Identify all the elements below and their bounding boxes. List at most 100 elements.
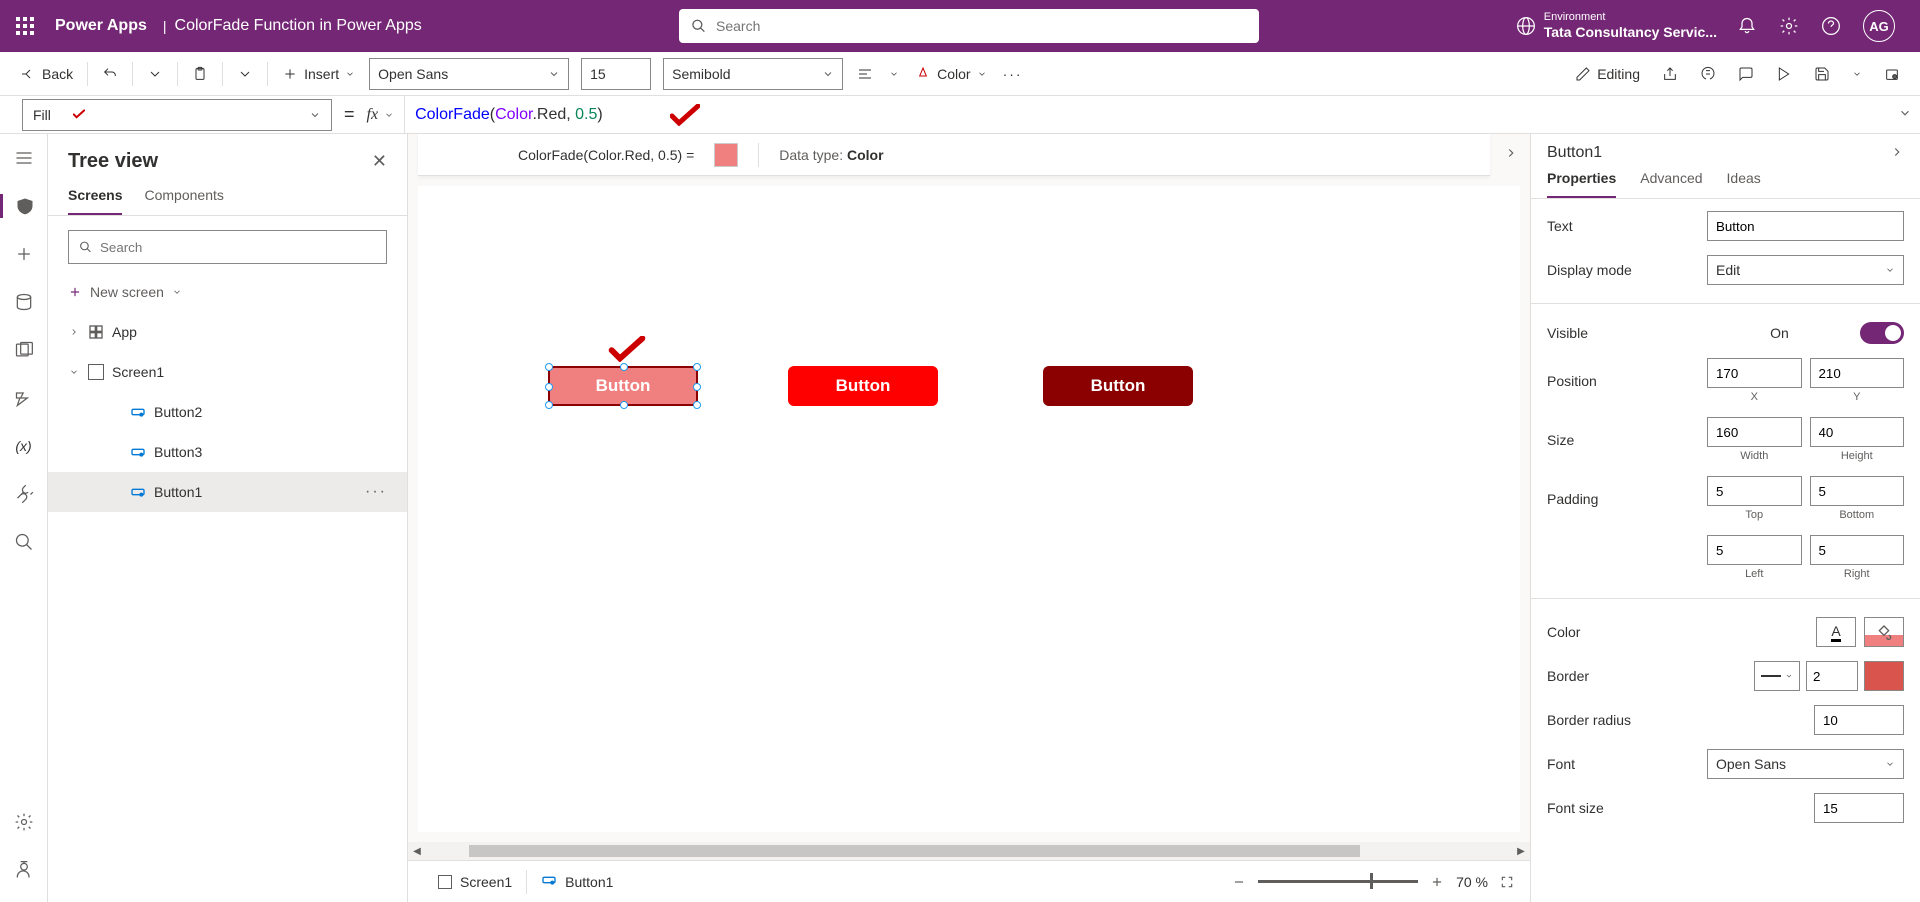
paste-button[interactable] xyxy=(190,62,210,86)
tab-ideas[interactable]: Ideas xyxy=(1727,170,1761,198)
input-pad-right[interactable] xyxy=(1810,535,1905,565)
canvas-button1[interactable]: Button xyxy=(548,366,698,406)
preview-icon[interactable] xyxy=(1774,62,1794,86)
font-color-button[interactable]: Color xyxy=(913,62,988,86)
collapse-icon[interactable] xyxy=(1890,145,1904,162)
app-subtitle[interactable]: ColorFade Function in Power Apps xyxy=(175,17,422,35)
input-pos-x[interactable] xyxy=(1707,358,1802,388)
tab-advanced[interactable]: Advanced xyxy=(1640,170,1702,198)
canvas-button3[interactable]: Button xyxy=(1043,366,1193,406)
more-ribbon-icon[interactable]: ··· xyxy=(1001,62,1025,86)
save-icon[interactable] xyxy=(1812,62,1832,86)
selection-handle[interactable] xyxy=(545,401,553,409)
selection-handle[interactable] xyxy=(545,363,553,371)
align-button[interactable] xyxy=(855,62,875,86)
selection-handle[interactable] xyxy=(620,363,628,371)
tab-components[interactable]: Components xyxy=(144,187,223,215)
tree-node-app[interactable]: App xyxy=(48,312,407,352)
selection-handle[interactable] xyxy=(693,363,701,371)
scroll-right-icon[interactable]: ▶ xyxy=(1512,846,1530,857)
node-more-icon[interactable]: ··· xyxy=(365,483,387,501)
zoom-slider[interactable] xyxy=(1258,880,1418,883)
editing-mode-button[interactable]: Editing xyxy=(1573,62,1642,86)
tree-node-button3[interactable]: Button3 xyxy=(48,432,407,472)
nav-next-icon[interactable] xyxy=(1504,146,1518,163)
input-width[interactable] xyxy=(1707,417,1802,447)
share-icon[interactable] xyxy=(1660,62,1680,86)
input-border-width[interactable] xyxy=(1806,661,1858,691)
input-pad-left[interactable] xyxy=(1707,535,1802,565)
close-icon[interactable]: ✕ xyxy=(372,151,387,172)
new-screen-button[interactable]: New screen xyxy=(48,278,407,306)
rail-settings-icon[interactable] xyxy=(14,810,34,834)
font-size-selector[interactable]: 15 xyxy=(581,58,651,90)
expand-formula-icon[interactable] xyxy=(1898,106,1912,123)
canvas-button2[interactable]: Button xyxy=(788,366,938,406)
design-canvas[interactable]: Button Button Button xyxy=(418,186,1520,832)
tree-node-screen1[interactable]: Screen1 xyxy=(48,352,407,392)
footer-tab-screen[interactable]: Screen1 xyxy=(424,861,526,902)
input-font[interactable]: Open Sans xyxy=(1707,749,1904,779)
tree-node-button2[interactable]: Button2 xyxy=(48,392,407,432)
global-search[interactable] xyxy=(679,9,1259,43)
undo-split-chevron[interactable] xyxy=(145,62,165,86)
comments-icon[interactable] xyxy=(1736,62,1756,86)
scroll-left-icon[interactable]: ◀ xyxy=(408,846,426,857)
input-height[interactable] xyxy=(1810,417,1905,447)
fit-screen-icon[interactable] xyxy=(1500,875,1514,889)
notifications-icon[interactable] xyxy=(1737,16,1757,36)
environment-picker[interactable]: Environment Tata Consultancy Servic... xyxy=(1516,11,1717,41)
input-border-radius[interactable] xyxy=(1814,705,1904,735)
undo-button[interactable] xyxy=(100,62,120,86)
rail-media-icon[interactable] xyxy=(0,338,47,362)
app-checker-icon[interactable] xyxy=(1698,62,1718,86)
rail-virtual-agent-icon[interactable] xyxy=(14,858,34,882)
border-style-picker[interactable] xyxy=(1754,661,1800,691)
back-button[interactable]: Back xyxy=(18,62,75,86)
formula-input[interactable]: ColorFade(Color.Red, 0.5) xyxy=(404,96,1890,133)
selection-handle[interactable] xyxy=(545,383,553,391)
footer-tab-control[interactable]: Button1 xyxy=(527,861,627,902)
search-input[interactable] xyxy=(716,18,1247,34)
rail-tools-icon[interactable] xyxy=(0,482,47,506)
align-chevron[interactable] xyxy=(887,62,901,86)
scroll-thumb[interactable] xyxy=(469,845,1360,857)
input-pad-top[interactable] xyxy=(1707,476,1802,506)
rail-data-icon[interactable] xyxy=(0,290,47,314)
rail-search-icon[interactable] xyxy=(0,530,47,554)
insert-button[interactable]: Insert xyxy=(280,62,357,86)
selection-handle[interactable] xyxy=(693,401,701,409)
waffle-icon[interactable] xyxy=(10,11,40,41)
rail-hamburger-icon[interactable] xyxy=(0,146,47,170)
save-split-chevron[interactable] xyxy=(1850,62,1864,86)
rail-flows-icon[interactable] xyxy=(0,386,47,410)
input-font-size[interactable] xyxy=(1814,793,1904,823)
toggle-visible[interactable] xyxy=(1860,322,1904,344)
rail-tree-icon[interactable] xyxy=(0,194,47,218)
tab-properties[interactable]: Properties xyxy=(1547,170,1616,198)
input-display-mode[interactable]: Edit xyxy=(1707,255,1904,285)
fx-button[interactable]: fx xyxy=(367,106,395,124)
input-text[interactable] xyxy=(1707,211,1904,241)
settings-icon[interactable] xyxy=(1779,16,1799,36)
rail-variables-icon[interactable]: (x) xyxy=(0,434,47,458)
tree-search-input[interactable] xyxy=(100,240,376,255)
font-selector[interactable]: Open Sans xyxy=(369,58,569,90)
zoom-thumb[interactable] xyxy=(1370,873,1373,889)
input-pad-bottom[interactable] xyxy=(1810,476,1905,506)
help-icon[interactable] xyxy=(1821,16,1841,36)
canvas-h-scrollbar[interactable]: ◀ ▶ xyxy=(408,842,1530,860)
font-color-picker[interactable]: A xyxy=(1816,617,1856,647)
rail-insert-icon[interactable] xyxy=(0,242,47,266)
zoom-in-icon[interactable] xyxy=(1430,875,1444,889)
font-weight-selector[interactable]: Semibold xyxy=(663,58,843,90)
zoom-out-icon[interactable] xyxy=(1232,875,1246,889)
tree-node-button1[interactable]: Button1 ··· xyxy=(48,472,407,512)
input-pos-y[interactable] xyxy=(1810,358,1905,388)
selection-handle[interactable] xyxy=(620,401,628,409)
property-selector[interactable]: Fill xyxy=(22,99,332,131)
fill-color-picker[interactable] xyxy=(1864,617,1904,647)
publish-icon[interactable] xyxy=(1882,62,1902,86)
paste-split-chevron[interactable] xyxy=(235,62,255,86)
tree-search[interactable] xyxy=(68,230,387,264)
